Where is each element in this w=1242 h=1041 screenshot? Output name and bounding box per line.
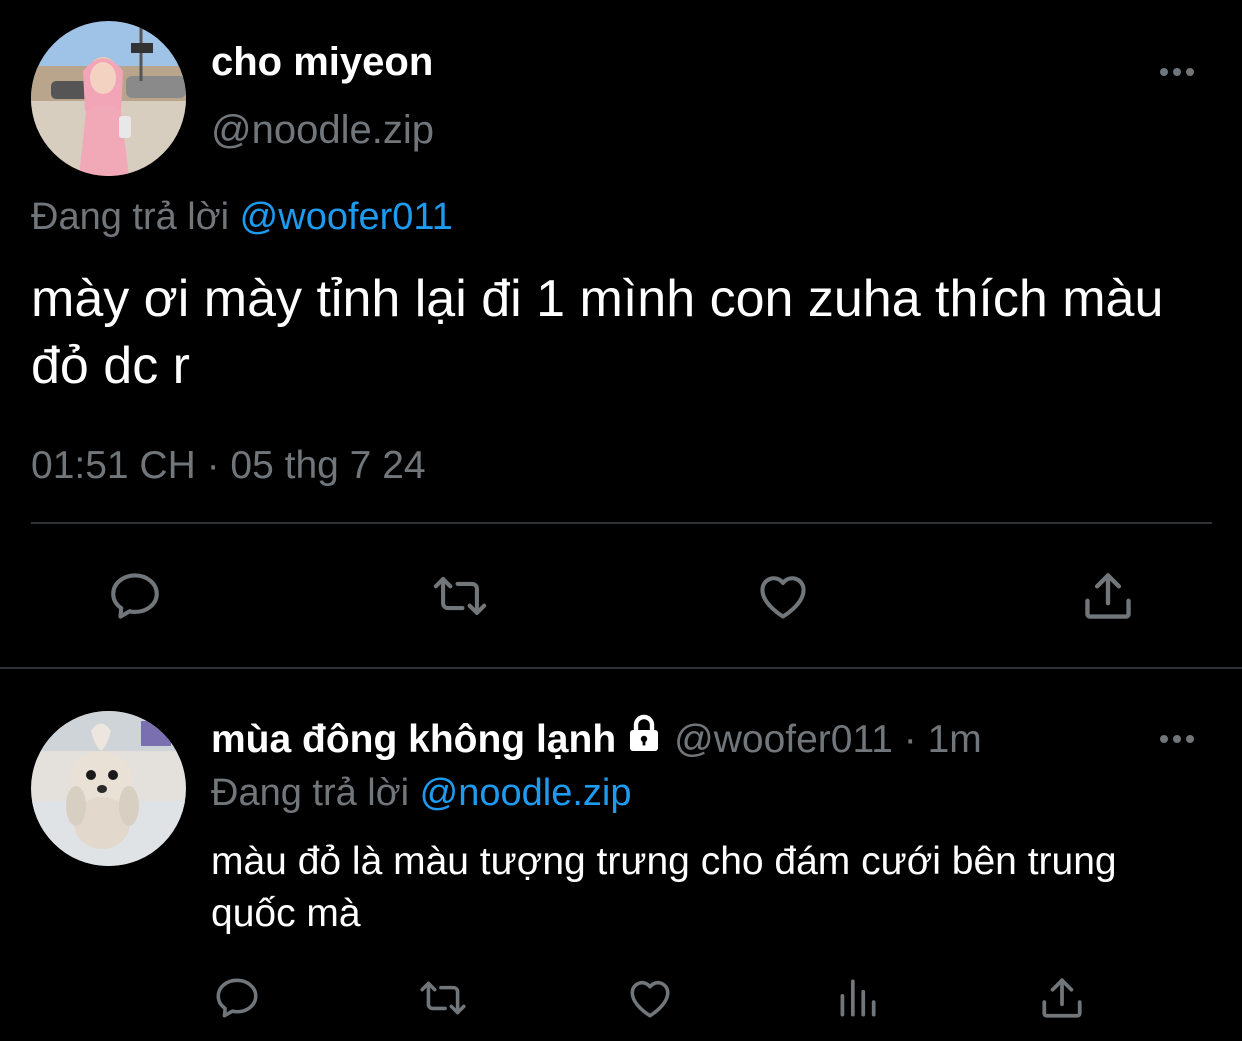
- more-horizontal-icon[interactable]: [1160, 735, 1194, 743]
- lock-icon: [624, 714, 664, 765]
- divider: [31, 522, 1212, 524]
- retweet-icon: [420, 981, 466, 1015]
- tweet-text: màu đỏ là màu tượng trưng cho đám cưới b…: [211, 840, 1117, 935]
- share-button[interactable]: [1035, 972, 1089, 1024]
- display-name[interactable]: mùa đông không lạnh: [211, 715, 616, 765]
- retweet-button[interactable]: [414, 972, 472, 1024]
- more-horizontal-icon[interactable]: [1160, 68, 1194, 76]
- like-button[interactable]: [752, 566, 814, 626]
- share-button[interactable]: [1077, 566, 1139, 626]
- replying-to-mention[interactable]: @noodle.zip: [420, 772, 632, 814]
- share-icon: [1085, 573, 1131, 619]
- replying-to-line: Đang trả lời @woofer011: [31, 193, 453, 241]
- like-icon: [760, 576, 806, 619]
- reply-button[interactable]: [104, 566, 166, 626]
- replying-to-line: Đang trả lời @noodle.zip: [211, 769, 632, 817]
- retweet-button[interactable]: [427, 566, 493, 626]
- reply-icon: [216, 978, 258, 1018]
- replying-prefix: Đang trả lời: [211, 772, 410, 814]
- user-handle[interactable]: @noodle.zip: [211, 106, 434, 154]
- handle-and-time[interactable]: @woofer011 · 1m: [674, 715, 982, 765]
- tweet-text: mày ơi mày tỉnh lại đi 1 mình con zuha t…: [31, 270, 1164, 395]
- like-button[interactable]: [623, 972, 677, 1024]
- retweet-icon: [433, 577, 487, 615]
- avatar-cho-miyeon[interactable]: [31, 21, 186, 176]
- share-icon: [1042, 978, 1082, 1018]
- tweet-timestamp[interactable]: 01:51 CH · 05 thg 7 24: [31, 443, 426, 489]
- analytics-button[interactable]: [830, 972, 884, 1024]
- analytics-icon: [840, 979, 876, 1017]
- display-name[interactable]: cho miyeon: [211, 38, 433, 86]
- divider: [0, 667, 1242, 669]
- reply-header: mùa đông không lạnh @woofer011 · 1m: [211, 714, 982, 765]
- reply-icon: [111, 573, 159, 619]
- replying-prefix: Đang trả lời: [31, 196, 230, 238]
- avatar-mua-dong-khong-lanh[interactable]: [31, 711, 186, 866]
- like-icon: [630, 980, 670, 1018]
- reply-button[interactable]: [210, 972, 264, 1024]
- replying-to-mention[interactable]: @woofer011: [240, 196, 453, 238]
